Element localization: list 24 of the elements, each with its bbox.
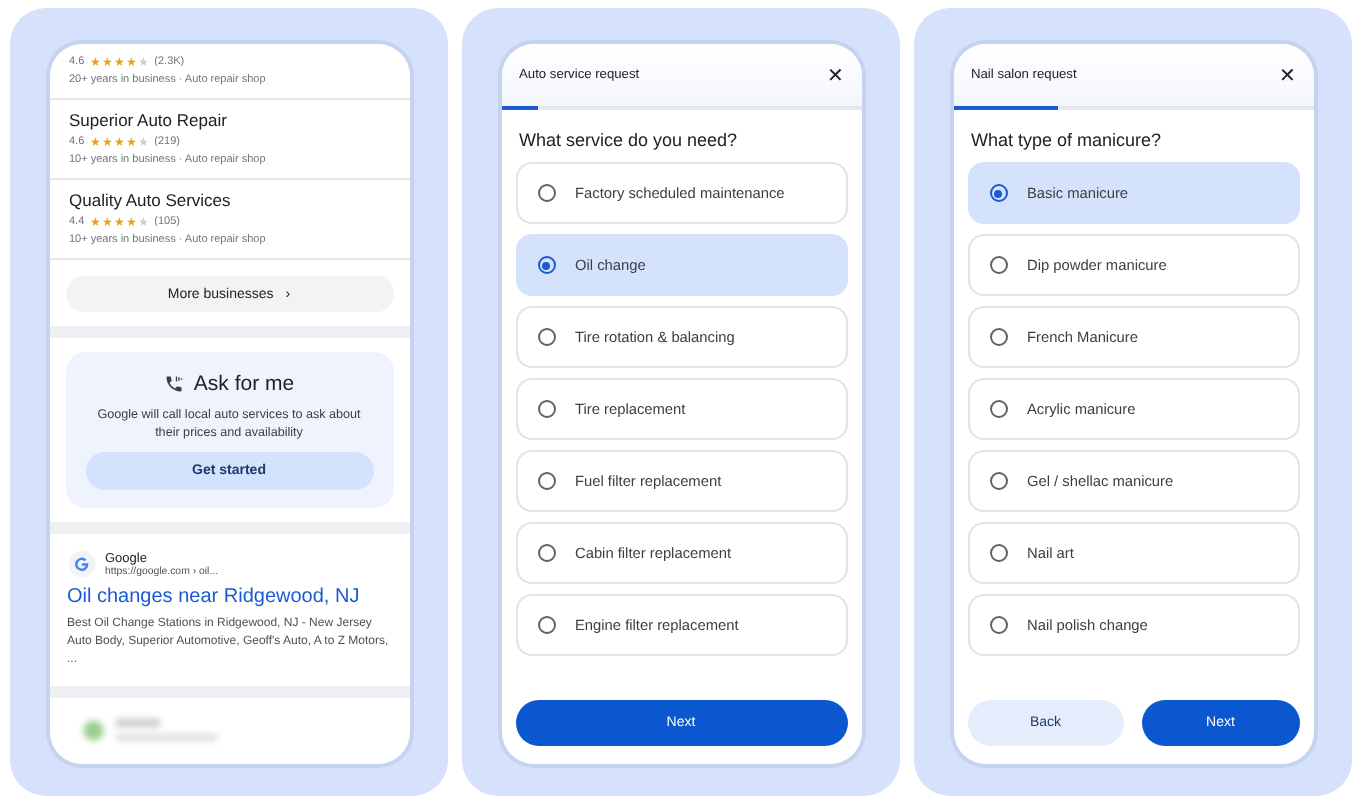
ask-title: Ask for me — [193, 372, 295, 397]
question: What service do you need? — [517, 128, 740, 154]
business-name[interactable]: Superior Auto Repair — [69, 110, 389, 130]
radio-button[interactable] — [537, 616, 555, 634]
radio-button[interactable] — [537, 184, 555, 202]
radio-button[interactable] — [537, 472, 555, 490]
radio-button[interactable] — [989, 472, 1007, 490]
radio-button[interactable] — [989, 544, 1007, 562]
radio-button[interactable] — [989, 616, 1007, 634]
phone-icon — [163, 374, 184, 395]
radio-button[interactable] — [537, 400, 555, 418]
radio-button[interactable] — [537, 544, 555, 562]
result-link[interactable]: Oil changes near Ridgewood, NJ — [67, 586, 391, 609]
g-logo-icon — [67, 550, 95, 579]
radio-button[interactable] — [989, 328, 1007, 346]
radio-button[interactable] — [537, 328, 555, 346]
radio-button[interactable] — [537, 256, 555, 274]
question: What type of manicure? — [969, 128, 1164, 154]
close-button[interactable]: ✕ — [827, 63, 843, 87]
business-name[interactable]: Quality Auto Services — [69, 190, 389, 210]
radio-button[interactable] — [989, 256, 1007, 274]
radio-button[interactable] — [989, 400, 1007, 418]
close-button[interactable]: ✕ — [1279, 63, 1295, 87]
radio-button[interactable] — [989, 184, 1007, 202]
